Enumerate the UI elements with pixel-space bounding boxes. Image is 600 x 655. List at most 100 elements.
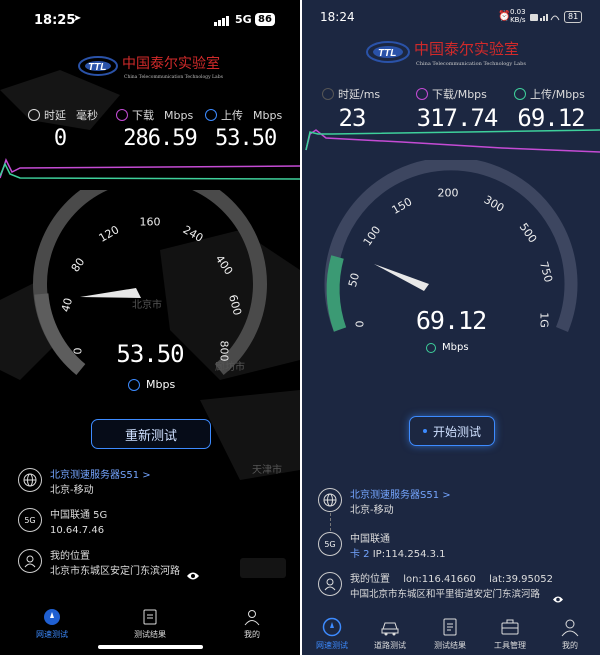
- toolbox-icon: [501, 619, 519, 635]
- carrier-row: 5G 中国联通 5G 10.64.7.46: [18, 508, 107, 538]
- upload-arrow-icon: [426, 342, 436, 353]
- signal-icon: [530, 11, 560, 26]
- tab-speed-test[interactable]: 网速测试: [310, 617, 354, 651]
- tab-tools[interactable]: 工具管理: [488, 617, 532, 651]
- gauge-tick: 160: [139, 215, 161, 229]
- download-arrow-icon: [116, 109, 128, 121]
- server-subtitle: 北京-移动: [50, 485, 94, 496]
- eye-icon[interactable]: [186, 566, 200, 585]
- logo-brand-cn: 中国泰尔实验室: [122, 55, 220, 72]
- tab-road-test[interactable]: 道路测试: [368, 617, 412, 651]
- tab-speed-test[interactable]: 网速测试: [32, 608, 72, 640]
- network-speed: 0.03 KB/s: [510, 8, 526, 24]
- location-lat: lat:39.95052: [489, 574, 553, 585]
- download-label: 下载 Mbps: [116, 107, 193, 123]
- clock-icon: [322, 88, 334, 100]
- right-phone-screen: 18:24 ⏰ 0.03 KB/s 81 TTL 中国泰尔实验室 China Te…: [302, 0, 600, 655]
- location-address: 北京市东城区安定门东滨河路: [50, 566, 180, 577]
- left-phone-screen: 18:25 ➤ 5G 86 TTL 中国泰尔实验室 China Telecomm…: [0, 0, 300, 655]
- latency-value: 0: [53, 126, 67, 151]
- clock-icon: [28, 109, 40, 121]
- status-time: 18:24: [320, 10, 355, 24]
- tab-bar: 网速测试 测试结果 我的: [0, 600, 300, 655]
- download-label: 下载/Mbps: [416, 86, 487, 102]
- signal-icon: [214, 15, 230, 30]
- carrier-row: 5G 中国联通 卡 2 IP:114.254.3.1: [318, 532, 446, 562]
- profile-icon: [244, 610, 260, 626]
- location-arrow-icon: ➤: [73, 13, 82, 24]
- logo-mark: TTL: [378, 48, 396, 59]
- download-value: 286.59: [123, 126, 197, 151]
- speed-graph: [0, 158, 300, 180]
- dot-icon: [422, 429, 427, 433]
- start-test-button[interactable]: 开始测试: [409, 416, 495, 446]
- map-label-langfang: 廊坊市: [215, 362, 245, 373]
- chevron-right-icon[interactable]: >: [442, 490, 450, 501]
- server-name[interactable]: 北京测速服务器S51: [350, 490, 439, 501]
- tab-results[interactable]: 测试结果: [428, 617, 472, 651]
- download-arrow-icon: [416, 88, 428, 100]
- map-label-tianjin: 天津市: [252, 465, 282, 476]
- gauge-value: 69.12: [415, 306, 487, 335]
- globe-icon: [318, 488, 342, 512]
- carrier-name: 中国联通: [350, 534, 390, 545]
- carrier-ip: IP:114.254.3.1: [372, 549, 446, 560]
- gauge-unit: Mbps: [426, 342, 469, 353]
- profile-icon: [561, 619, 579, 637]
- gauge-tick: 0: [71, 347, 85, 355]
- network-5g-icon: 5G: [318, 532, 342, 556]
- chevron-right-icon[interactable]: >: [142, 470, 150, 481]
- location-row: 我的位置 北京市东城区安定门东滨河路: [18, 549, 180, 579]
- server-name[interactable]: 北京测速服务器S51: [50, 470, 139, 481]
- map-label-beijing: 北京市: [132, 300, 162, 311]
- home-indicator: [98, 645, 203, 649]
- upload-label: 上传 Mbps: [205, 107, 282, 123]
- ttl-logo: TTL 中国泰尔实验室 China Telecommunication Tech…: [366, 38, 536, 72]
- retest-button[interactable]: 重新测试: [91, 419, 211, 449]
- speed-icon: [44, 609, 60, 625]
- logo-mark: TTL: [88, 62, 106, 73]
- globe-icon: [18, 468, 42, 492]
- map-watermark: [240, 558, 286, 578]
- logo-brand-en: China Telecommunication Technology Labs: [416, 61, 526, 67]
- status-bar: 18:24 ⏰ 0.03 KB/s 81: [302, 0, 600, 38]
- server-row[interactable]: 北京测速服务器S51 > 北京-移动: [318, 488, 451, 518]
- network-5g-icon: 5G: [18, 508, 42, 532]
- location-title: 我的位置: [350, 574, 390, 585]
- results-icon: [443, 618, 457, 636]
- logo-brand-en: China Telecommunication Technology Labs: [124, 74, 224, 80]
- tab-bar: 网速测试 道路测试 测试结果 工具管理 我的: [302, 613, 600, 655]
- upload-arrow-icon: [128, 378, 140, 391]
- upload-arrow-icon: [514, 88, 526, 100]
- battery-indicator: 86: [255, 13, 275, 26]
- car-icon: [381, 622, 399, 636]
- gauge-value: 53.50: [116, 340, 184, 368]
- carrier-name: 中国联通 5G: [50, 510, 108, 521]
- upload-label: 上传/Mbps: [514, 86, 585, 102]
- gauge-unit: Mbps: [128, 378, 175, 391]
- gauge-tick: 1G: [537, 312, 551, 328]
- status-bar: 18:25 ➤ 5G 86: [0, 0, 300, 38]
- location-row: 我的位置 lon:116.41660 lat:39.95052 中国北京市东城区…: [318, 572, 553, 602]
- tab-results[interactable]: 测试结果: [130, 608, 170, 640]
- person-icon: [318, 572, 342, 596]
- logo-brand-cn: 中国泰尔实验室: [414, 40, 519, 58]
- gauge-tick: 200: [437, 186, 459, 200]
- results-icon: [143, 609, 157, 625]
- location-address: 中国北京市东城区和平里街道安定门东滨河路: [350, 589, 541, 600]
- gauge-tick: 0: [353, 320, 367, 328]
- server-row[interactable]: 北京测速服务器S51 > 北京-移动: [18, 468, 151, 498]
- ttl-logo: TTL 中国泰尔实验室 China Telecommunication Tech…: [78, 53, 228, 85]
- location-lon: lon:116.41660: [403, 574, 476, 585]
- gauge-needle: [374, 264, 429, 291]
- eye-icon[interactable]: [552, 589, 564, 608]
- tab-profile[interactable]: 我的: [232, 608, 272, 640]
- sim-slot: 卡 2: [350, 549, 370, 560]
- alarm-icon: ⏰: [498, 11, 511, 22]
- speed-graph: [305, 129, 600, 153]
- carrier-ip: 10.64.7.46: [50, 525, 105, 536]
- upload-value: 53.50: [215, 126, 277, 151]
- tab-profile[interactable]: 我的: [548, 617, 592, 651]
- connector-line: [330, 513, 331, 531]
- upload-arrow-icon: [205, 109, 217, 121]
